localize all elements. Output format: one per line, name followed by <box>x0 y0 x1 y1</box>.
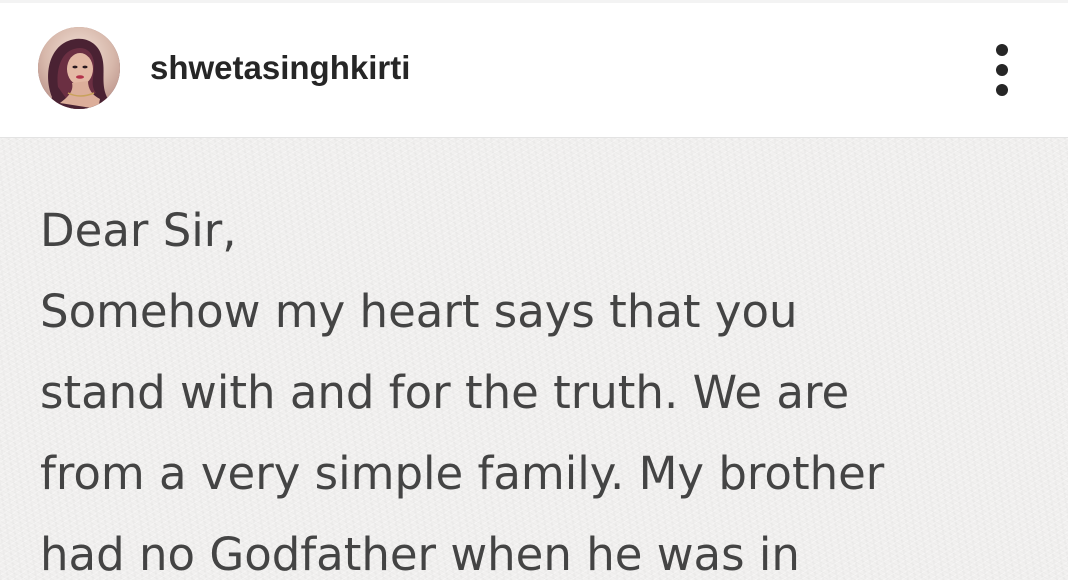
header-top-divider <box>0 0 1068 3</box>
more-options-button[interactable] <box>984 42 1020 98</box>
letter-line: Dear Sir, <box>40 204 237 257</box>
letter-line: had no Godfather when he was in <box>40 528 800 580</box>
instagram-post: shwetasinghkirti Dear Sir, Somehow my he… <box>0 0 1068 580</box>
more-options-icon-dot <box>996 44 1008 56</box>
letter-line: stand with and for the truth. We are <box>40 366 850 419</box>
avatar-portrait-icon <box>38 27 120 109</box>
username-link[interactable]: shwetasinghkirti <box>150 44 410 92</box>
letter-text: Dear Sir, Somehow my heart says that you… <box>40 190 1050 580</box>
letter-line: from a very simple family. My brother <box>40 447 885 500</box>
profile-avatar[interactable] <box>38 27 120 109</box>
post-image-letter: Dear Sir, Somehow my heart says that you… <box>0 138 1068 580</box>
letter-line: Somehow my heart says that you <box>40 285 798 338</box>
post-header: shwetasinghkirti <box>0 0 1068 138</box>
more-options-icon-dot <box>996 84 1008 96</box>
more-options-icon-dot <box>996 64 1008 76</box>
